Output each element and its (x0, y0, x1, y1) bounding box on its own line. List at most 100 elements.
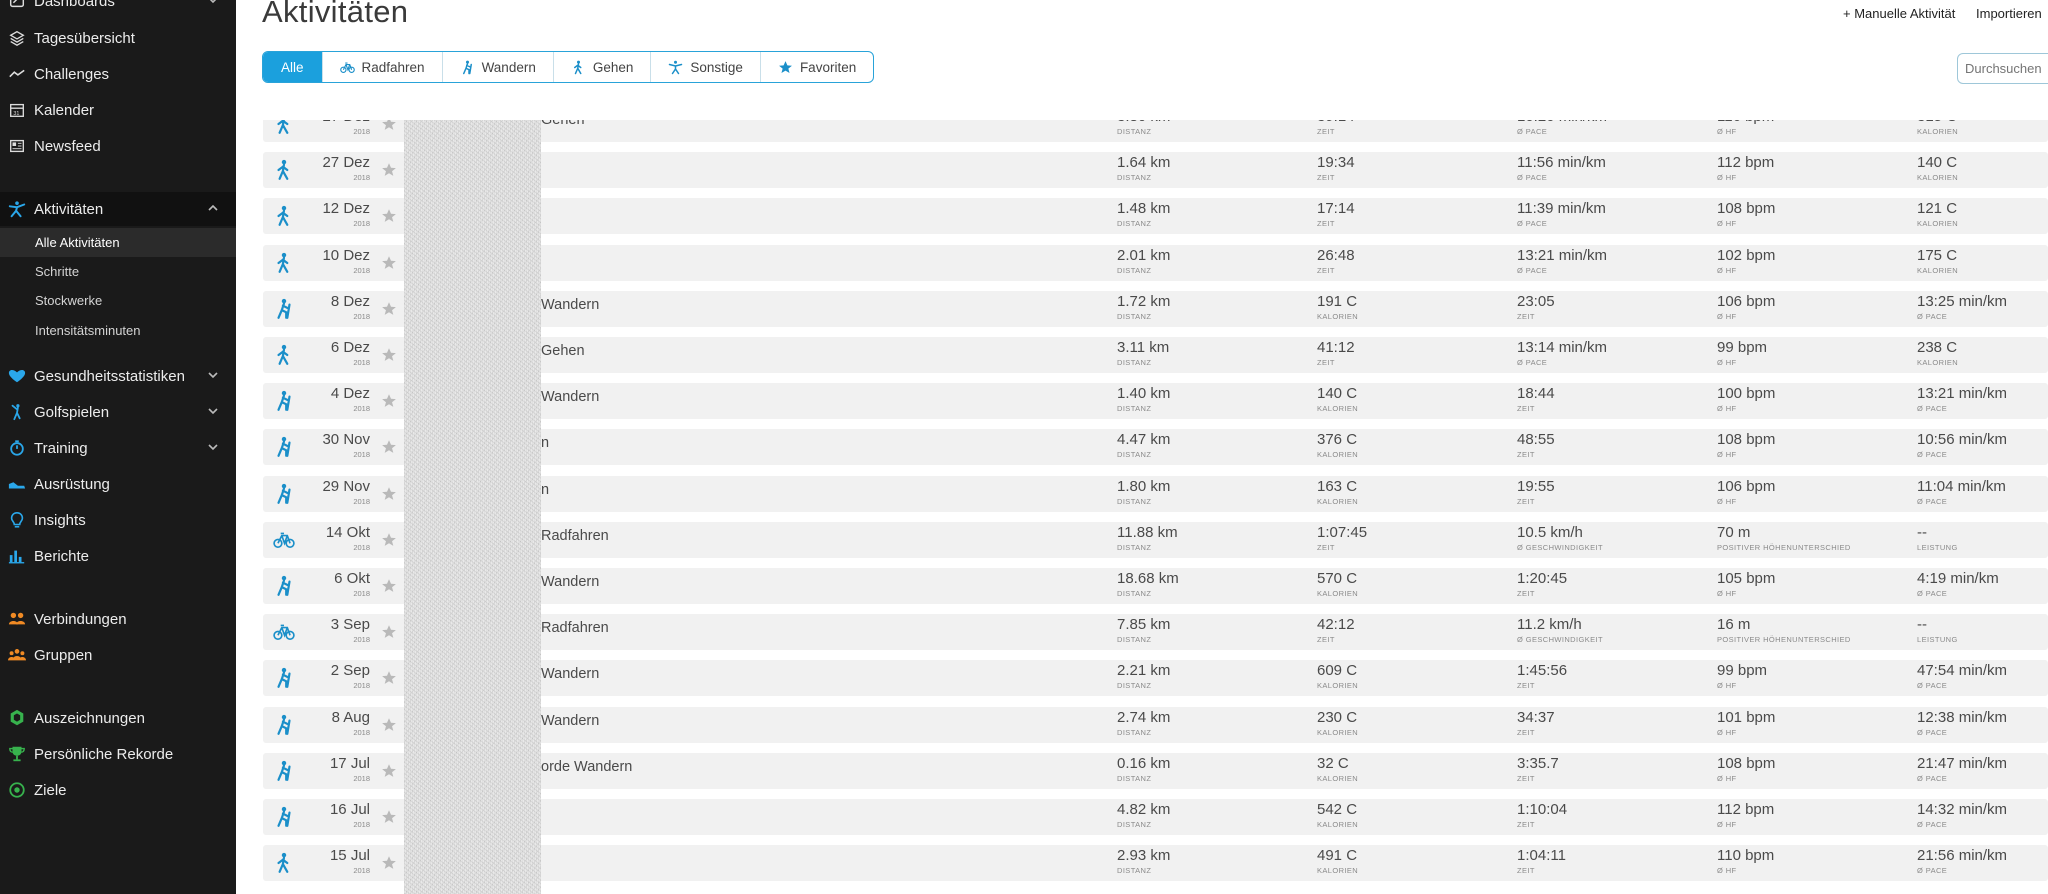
favorite-star-icon (382, 394, 396, 408)
favorite-toggle[interactable] (381, 532, 397, 548)
activity-date: 4 Dez (330, 385, 370, 403)
activity-name-link[interactable]: Radfahren (541, 620, 609, 636)
filter-tab-wandern[interactable]: Wandern (443, 52, 554, 82)
filter-tab-alle[interactable]: Alle (263, 52, 323, 82)
sidebar-item-aktivitaeten[interactable]: Aktivitäten (0, 192, 236, 226)
stat-value: 112 bpm (1717, 154, 1775, 172)
sidebar-item-dashboards[interactable]: Dashboards (0, 0, 236, 18)
stat-label: KALORIEN (1317, 866, 1359, 876)
activity-stat: 175 C KALORIEN (1917, 247, 1958, 275)
running-person-icon (8, 201, 26, 218)
sidebar-item-rekorde[interactable]: Persönliche Rekorde (0, 737, 236, 771)
sidebar-item-insights[interactable]: Insights (0, 503, 236, 537)
stat-label: Ø GESCHWINDIGKEIT (1517, 635, 1603, 645)
favorite-toggle[interactable] (381, 120, 397, 132)
favorite-star-icon (382, 440, 396, 454)
sidebar-item-auszeichnungen[interactable]: Auszeichnungen (0, 701, 236, 735)
filter-tab-gehen[interactable]: Gehen (554, 52, 652, 82)
star-icon (778, 60, 792, 73)
activity-stat: 14:32 min/km Ø PACE (1917, 801, 2007, 829)
sidebar-item-training[interactable]: Training (0, 431, 236, 465)
activity-stat: 191 C KALORIEN (1317, 293, 1358, 321)
sidebar-item-challenges[interactable]: Challenges (0, 57, 236, 91)
activity-stat: 121 C KALORIEN (1917, 200, 1958, 228)
sidebar-item-tagesuebersicht[interactable]: Tagesübersicht (0, 21, 236, 55)
stat-value: 110 bpm (1717, 847, 1775, 865)
favorite-toggle[interactable] (381, 162, 397, 178)
favorite-toggle[interactable] (381, 670, 397, 686)
chevron-down-icon[interactable] (206, 404, 220, 418)
stat-value: 16 m (1717, 616, 1751, 634)
sidebar-item-ziele[interactable]: Ziele (0, 773, 236, 807)
stat-label: Ø HF (1717, 820, 1737, 829)
sidebar-subitem[interactable]: Alle Aktivitäten (0, 228, 236, 257)
stat-label: Ø HF (1717, 173, 1737, 183)
favorite-toggle[interactable] (381, 855, 397, 871)
favorite-toggle[interactable] (381, 439, 397, 455)
activity-name-link[interactable]: Gehen (541, 343, 585, 359)
chevron-down-icon[interactable] (206, 368, 220, 382)
favorite-toggle[interactable] (381, 255, 397, 271)
sidebar-item-verbindungen[interactable]: Verbindungen (0, 602, 236, 636)
sidebar-subitem[interactable]: Intensitätsminuten (0, 316, 236, 345)
stat-value: 3.11 km (1117, 339, 1170, 356)
favorite-toggle[interactable] (381, 393, 397, 409)
bar-chart-icon (0, 547, 34, 565)
favorite-toggle[interactable] (381, 208, 397, 224)
activity-name-link[interactable]: Wandern (541, 389, 599, 405)
chevron-down-icon[interactable] (206, 440, 220, 454)
activity-type-icon (273, 252, 295, 274)
favorite-toggle[interactable] (381, 717, 397, 733)
activity-name-link[interactable]: Wandern (541, 713, 599, 729)
activity-year: 2018 (353, 265, 370, 275)
sidebar-item-kalender[interactable]: 31 Kalender (0, 93, 236, 127)
activity-name-link[interactable]: n (541, 482, 549, 498)
stat-value: 99 bpm (1717, 662, 1768, 680)
sidebar-item-newsfeed[interactable]: Newsfeed (0, 129, 236, 163)
activity-name-link[interactable]: orde Wandern (541, 759, 632, 775)
activity-name-link[interactable]: n (541, 435, 549, 451)
stat-label: Ø HF (1717, 866, 1737, 876)
activity-stat: 230 C KALORIEN (1317, 709, 1358, 737)
chevron-down-icon[interactable] (206, 0, 220, 7)
sidebar-item-berichte[interactable]: Berichte (0, 539, 236, 573)
activity-name-link[interactable]: Wandern (541, 666, 599, 682)
sidebar-item-gruppen[interactable]: Gruppen (0, 638, 236, 672)
stat-label: ZEIT (1317, 173, 1335, 183)
favorite-toggle[interactable] (381, 347, 397, 363)
stat-label: Ø PACE (1517, 219, 1548, 229)
favorite-toggle[interactable] (381, 578, 397, 594)
favorite-toggle[interactable] (381, 763, 397, 779)
chevron-up-icon[interactable] (206, 201, 220, 215)
filter-tab-radfahren[interactable]: Radfahren (323, 52, 443, 82)
activity-year: 2018 (353, 358, 370, 367)
activity-name-link[interactable]: Radfahren (541, 528, 609, 544)
favorite-toggle[interactable] (381, 809, 397, 825)
sidebar-subitem[interactable]: Schritte (0, 257, 236, 286)
sidebar-subitem[interactable]: Stockwerke (0, 286, 236, 315)
filter-tab-favoriten[interactable]: Favoriten (761, 52, 873, 82)
favorite-toggle[interactable] (381, 301, 397, 317)
stat-value: 163 C (1317, 477, 1358, 495)
activity-name-link[interactable]: Gehen (541, 120, 585, 128)
sidebar-item-gesundheit[interactable]: Gesundheitsstatistiken (0, 359, 236, 393)
redacted-name-area (404, 120, 541, 894)
search-input[interactable] (1957, 53, 2048, 84)
stat-value: 7.85 km (1117, 616, 1171, 634)
activity-name-link[interactable]: Wandern (541, 297, 599, 313)
manual-activity-button[interactable]: + Manuelle Aktivität (1843, 6, 1955, 21)
activity-year: 2018 (353, 311, 370, 321)
activity-stat: 1.64 km DISTANZ (1117, 154, 1170, 182)
activity-year: 2018 (353, 404, 370, 414)
activity-type-icon (273, 390, 295, 412)
filter-tab-sonstige[interactable]: Sonstige (651, 52, 761, 82)
favorite-toggle[interactable] (381, 624, 397, 640)
activity-name-link[interactable]: Wandern (541, 574, 599, 590)
target-icon (0, 781, 34, 799)
stat-label: POSITIVER HÖHENUNTERSCHIED (1717, 542, 1851, 552)
sidebar-item-ausruestung[interactable]: Ausrüstung (0, 467, 236, 501)
sidebar-item-golf[interactable]: Golfspielen (0, 395, 236, 429)
import-button[interactable]: Importieren (1976, 6, 2042, 21)
activity-type-icon (273, 760, 295, 782)
favorite-toggle[interactable] (381, 486, 397, 502)
